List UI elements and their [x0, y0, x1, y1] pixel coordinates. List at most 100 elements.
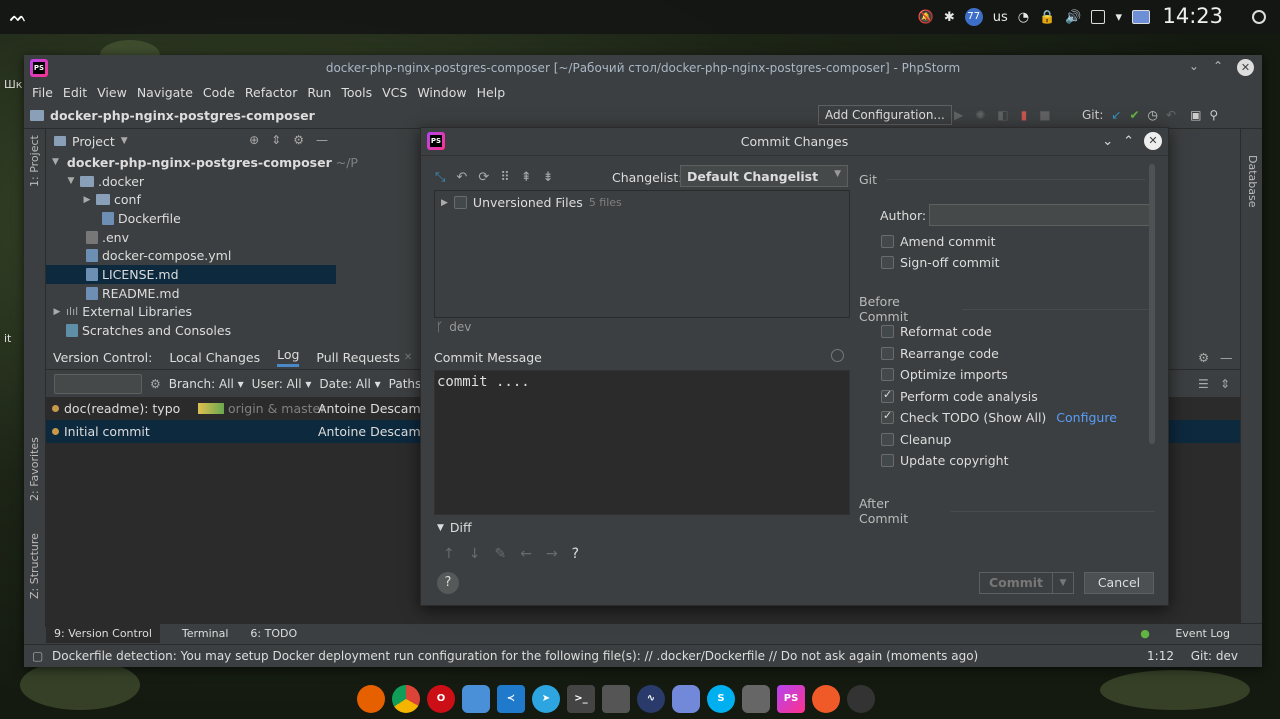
vscode-icon[interactable]: ≺	[497, 684, 525, 713]
add-configuration-button[interactable]: Add Configuration...	[818, 105, 952, 125]
run-icon[interactable]: ▶	[954, 108, 963, 122]
date-filter[interactable]: Date: All ▾	[319, 377, 380, 391]
close-window-button[interactable]: ✕	[1237, 59, 1254, 76]
expand-icon[interactable]: ▶	[441, 198, 448, 208]
debug-icon[interactable]: ✺	[975, 108, 985, 122]
tree-item-readme[interactable]: README.md	[46, 284, 336, 303]
optimize-imports-option[interactable]: Optimize imports	[881, 367, 1008, 382]
caret-position[interactable]: 1:12	[1147, 649, 1174, 663]
postman-icon[interactable]	[812, 684, 840, 713]
git-commit-icon[interactable]: ✔	[1129, 108, 1139, 122]
git-branch-widget[interactable]: Git: dev	[1191, 649, 1238, 663]
phpstorm-icon[interactable]: PS	[777, 684, 805, 713]
collapse-icon[interactable]: ▶	[52, 307, 62, 317]
clock[interactable]: 14:23	[1162, 4, 1223, 28]
expand-all-icon[interactable]: ⇞	[521, 170, 532, 185]
maximize-icon[interactable]: ⌃	[1213, 59, 1223, 76]
volume-icon[interactable]: 🔊	[1065, 10, 1081, 25]
files-icon[interactable]	[462, 684, 490, 713]
perform-code-analysis-option[interactable]: Perform code analysis	[881, 388, 1038, 404]
clipboard-icon[interactable]	[1091, 10, 1106, 24]
menu-vcs[interactable]: VCS	[382, 85, 407, 100]
hide-icon[interactable]: —	[316, 133, 328, 147]
update-copyright-option[interactable]: Update copyright	[881, 453, 1008, 468]
collapse-all-icon[interactable]: ⇟	[543, 170, 554, 185]
amend-commit-checkbox[interactable]	[881, 235, 894, 248]
forward-icon[interactable]: →	[546, 546, 558, 562]
menu-tools[interactable]: Tools	[341, 85, 372, 100]
favorites-tool-tab[interactable]: 2: Favorites	[28, 437, 41, 501]
expand-icon[interactable]: ▼	[66, 176, 76, 186]
close-tab-icon[interactable]: ✕	[404, 352, 412, 363]
menu-help[interactable]: Help	[477, 85, 506, 100]
lock-icon[interactable]: 🔒	[1039, 10, 1055, 25]
clock-app-icon[interactable]	[847, 684, 875, 713]
chrome-icon[interactable]	[392, 684, 420, 713]
status-message[interactable]: Dockerfile detection: You may setup Dock…	[52, 649, 978, 663]
collapse-icon[interactable]: ▶	[82, 195, 92, 205]
tree-item-root[interactable]: ▼ docker-php-nginx-postgres-composer ~/Р	[46, 153, 358, 172]
search-everywhere-icon[interactable]: ⚲	[1209, 108, 1218, 122]
breadcrumb[interactable]: docker-php-nginx-postgres-composer	[30, 108, 315, 123]
terminal-icon[interactable]: >_	[567, 684, 595, 713]
locate-icon[interactable]: ⊕	[249, 133, 259, 147]
git-revert-icon[interactable]: ↶	[1166, 108, 1176, 122]
cancel-button[interactable]: Cancel	[1084, 572, 1154, 594]
power-icon[interactable]	[1252, 10, 1266, 24]
expand-tray-icon[interactable]: ▾	[1115, 10, 1122, 25]
skype-icon[interactable]: S	[707, 684, 735, 713]
firefox-icon[interactable]	[357, 684, 385, 713]
help-icon[interactable]: ?	[572, 546, 579, 562]
maximize-icon[interactable]: ⌃	[1123, 134, 1134, 149]
back-icon[interactable]: ←	[520, 546, 532, 562]
gear-icon[interactable]: ⚙	[293, 133, 304, 147]
menu-refactor[interactable]: Refactor	[245, 85, 297, 100]
minimize-icon[interactable]: ⌄	[1189, 59, 1199, 76]
group-by-icon[interactable]: ⠿	[500, 170, 510, 185]
amend-commit-option[interactable]: Amend commit	[881, 234, 996, 249]
tab-log[interactable]: Log	[277, 347, 300, 367]
author-input[interactable]	[929, 204, 1151, 226]
changelist-select[interactable]: Default Changelist ▼	[680, 165, 848, 187]
expand-icon[interactable]: ▼	[52, 157, 59, 167]
tree-item-docker[interactable]: ▼ .docker	[46, 172, 336, 191]
kde-menu-icon[interactable]: ᨓ	[10, 9, 27, 25]
opera-icon[interactable]: O	[427, 684, 455, 713]
inkscape-icon[interactable]	[742, 684, 770, 713]
tree-item-scratches[interactable]: Scratches and Consoles	[46, 321, 336, 340]
hide-icon[interactable]: —	[1220, 350, 1233, 365]
tree-item-dockerfile[interactable]: Dockerfile	[46, 209, 336, 228]
tab-version-control[interactable]: 9: Version Control	[46, 624, 160, 643]
commit-button[interactable]: Commit ▼	[979, 572, 1074, 594]
git-history-icon[interactable]: ◷	[1148, 108, 1158, 122]
profile-icon[interactable]: ▮	[1021, 108, 1028, 122]
event-log-button[interactable]: ● Event Log	[1130, 627, 1242, 640]
tab-todo[interactable]: 6: TODO	[250, 627, 297, 640]
user-filter[interactable]: User: All ▾	[252, 377, 312, 391]
display-icon[interactable]	[1132, 10, 1150, 24]
help-button[interactable]: ?	[437, 572, 459, 594]
history-icon[interactable]	[831, 349, 844, 362]
tree-item-external-libraries[interactable]: ▶ ılıl External Libraries	[46, 303, 336, 322]
sign-off-option[interactable]: Sign-off commit	[881, 255, 1000, 270]
edit-icon[interactable]: ✎	[494, 546, 506, 562]
layout-icon[interactable]: ▣	[1190, 108, 1201, 122]
menu-code[interactable]: Code	[203, 85, 235, 100]
status-toggle-icon[interactable]: ▢	[32, 649, 43, 663]
list-item-unversioned[interactable]: ▶ Unversioned Files 5 files	[435, 191, 849, 214]
menu-navigate[interactable]: Navigate	[137, 85, 193, 100]
close-dialog-button[interactable]: ✕	[1144, 132, 1162, 150]
sign-off-checkbox[interactable]	[881, 256, 894, 269]
telegram-icon[interactable]: ➤	[532, 684, 560, 713]
menu-view[interactable]: View	[97, 85, 127, 100]
settings-icon[interactable]: ✱	[944, 10, 955, 25]
database-tool-tab[interactable]: Database	[1246, 155, 1259, 208]
update-count-badge[interactable]: 77	[964, 8, 983, 26]
collapse-all-icon[interactable]: ⇕	[271, 133, 281, 147]
tree-item-license[interactable]: LICENSE.md	[46, 265, 336, 284]
tree-item-conf[interactable]: ▶ conf	[46, 190, 336, 209]
options-scrollbar[interactable]	[1149, 164, 1155, 444]
refresh-icon[interactable]: ⟳	[478, 170, 489, 185]
align-icon[interactable]: ☰	[1198, 377, 1209, 391]
menu-edit[interactable]: Edit	[63, 85, 87, 100]
